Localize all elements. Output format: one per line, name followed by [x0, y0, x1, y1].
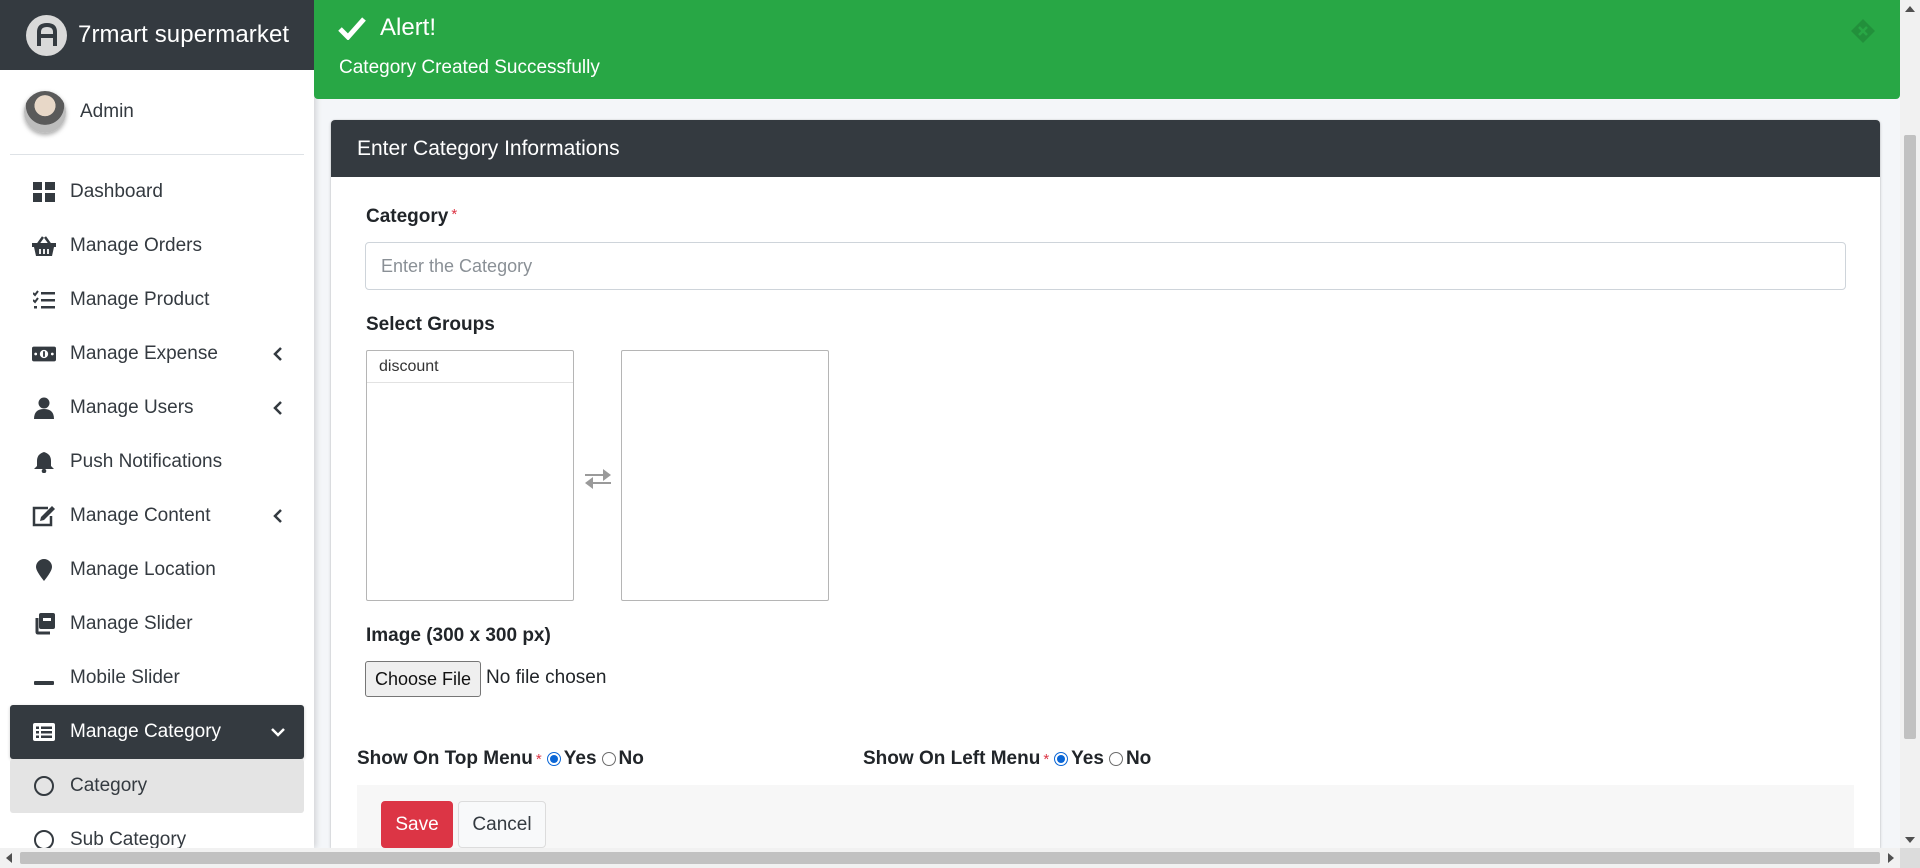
map-marker-icon: [32, 558, 56, 582]
sidebar-item-mobile-slider[interactable]: Mobile Slider: [10, 651, 304, 705]
category-label-text: Category: [366, 206, 449, 227]
transfer-arrows-icon[interactable]: [583, 466, 613, 490]
sidebar-item-label: Manage Expense: [70, 343, 218, 364]
list-item[interactable]: discount: [367, 351, 573, 383]
sidebar-item-label: Manage Orders: [70, 235, 203, 256]
scroll-down-icon[interactable]: [1905, 837, 1915, 843]
brand-logo-icon: [26, 14, 67, 56]
scroll-right-icon[interactable]: [1888, 853, 1894, 863]
sidebar-item-label: Manage Category: [70, 721, 222, 742]
sidebar-item-category[interactable]: Category: [10, 759, 304, 813]
required-mark: *: [535, 750, 542, 768]
circle-icon: [32, 774, 56, 798]
top-menu-label: Show On Top Menu: [357, 748, 533, 769]
edit-icon: [32, 504, 56, 528]
left-menu-label: Show On Left Menu: [863, 748, 1041, 769]
chevron-left-icon: [268, 398, 288, 418]
sidebar-item-manage-slider[interactable]: Manage Slider: [10, 597, 304, 651]
chevron-left-icon: [268, 344, 288, 364]
list-icon: [32, 720, 56, 744]
scroll-thumb[interactable]: [20, 852, 1880, 864]
category-label: Category *: [366, 206, 457, 228]
top-menu-yes-label: Yes: [563, 748, 597, 769]
close-icon[interactable]: [1850, 18, 1876, 44]
brand-name: 7rmart supermarket: [78, 21, 290, 48]
alert-title: Alert!: [380, 14, 437, 41]
sidebar-item-manage-location[interactable]: Manage Location: [10, 543, 304, 597]
sidebar: 7rmart supermarket Admin Dashboard Manag…: [0, 0, 314, 848]
category-form-card: Enter Category Informations Category* Se…: [331, 120, 1880, 848]
sidebar-item-label: Mobile Slider: [70, 667, 180, 688]
sidebar-item-label: Dashboard: [70, 181, 163, 202]
sidebar-item-manage-orders[interactable]: Manage Orders: [10, 219, 304, 273]
sidebar-item-manage-category[interactable]: Manage Category: [10, 705, 304, 759]
save-button[interactable]: Save: [381, 801, 453, 848]
circle-icon: [32, 828, 56, 848]
bell-icon: [32, 450, 56, 474]
choose-file-button[interactable]: Choose File: [365, 661, 482, 697]
sidebar-item-label: Manage Slider: [70, 613, 193, 634]
user-panel[interactable]: Admin: [10, 70, 304, 155]
tasks-icon: [32, 288, 56, 312]
sidebar-item-dashboard[interactable]: Dashboard: [10, 165, 304, 219]
top-menu-no-radio[interactable]: [601, 752, 616, 766]
available-groups-list[interactable]: discount: [366, 350, 574, 601]
vertical-scrollbar[interactable]: [1900, 0, 1920, 848]
top-menu-yes-radio[interactable]: [546, 752, 561, 766]
sidebar-item-manage-content[interactable]: Manage Content: [10, 489, 304, 543]
top-menu-radio-group: Show On Top Menu * Yes No: [357, 748, 644, 770]
horizontal-scrollbar[interactable]: [0, 848, 1920, 868]
basket-icon: [32, 234, 56, 258]
sidebar-item-label: Manage Product: [70, 289, 210, 310]
chevron-left-icon: [268, 506, 288, 526]
success-alert: Alert! Category Created Successfully: [314, 0, 1900, 99]
sidebar-item-manage-expense[interactable]: Manage Expense: [10, 327, 304, 381]
left-menu-yes-radio[interactable]: [1054, 752, 1069, 766]
required-mark: *: [1043, 750, 1050, 768]
sidebar-item-manage-users[interactable]: Manage Users: [10, 381, 304, 435]
clone-icon: [32, 612, 56, 636]
cancel-button[interactable]: Cancel: [458, 801, 546, 848]
sidebar-item-label: Sub Category: [70, 829, 187, 848]
chevron-down-icon: [268, 722, 288, 742]
top-menu-no-label: No: [618, 748, 644, 769]
money-icon: [32, 342, 56, 366]
card-title: Enter Category Informations: [331, 120, 1880, 177]
sidebar-item-label: Manage Content: [70, 505, 211, 526]
left-menu-no-label: No: [1125, 748, 1152, 769]
file-status: No file chosen: [486, 667, 607, 688]
user-name: Admin: [80, 101, 134, 122]
user-icon: [32, 396, 56, 420]
brand-link[interactable]: 7rmart supermarket: [0, 0, 314, 70]
check-icon: [338, 16, 366, 41]
category-input[interactable]: [365, 242, 1846, 290]
sidebar-item-manage-product[interactable]: Manage Product: [10, 273, 304, 327]
avatar: [24, 91, 66, 133]
sidebar-item-sub-category[interactable]: Sub Category: [10, 813, 304, 848]
sidebar-item-label: Manage Users: [70, 397, 194, 418]
required-mark: *: [451, 206, 458, 223]
scrollbar-corner: [1900, 848, 1920, 868]
select-groups-label: Select Groups: [366, 314, 495, 335]
scroll-left-icon[interactable]: [6, 853, 12, 863]
scroll-thumb[interactable]: [1904, 135, 1916, 739]
dashboard-icon: [32, 180, 56, 204]
sidebar-item-label: Category: [70, 775, 148, 796]
alert-message: Category Created Successfully: [339, 57, 600, 78]
left-menu-radio-group: Show On Left Menu * Yes No: [863, 748, 1151, 770]
card-footer: Save Cancel: [357, 785, 1854, 848]
sidebar-item-label: Manage Location: [70, 559, 216, 580]
scroll-up-icon[interactable]: [1905, 6, 1915, 12]
sidebar-item-push-notifications[interactable]: Push Notifications: [10, 435, 304, 489]
sidebar-item-label: Push Notifications: [70, 451, 223, 472]
left-menu-no-radio[interactable]: [1108, 752, 1123, 766]
image-label: Image (300 x 300 px): [366, 625, 551, 646]
selected-groups-list[interactable]: [621, 350, 829, 601]
minus-icon: [32, 666, 56, 690]
left-menu-yes-label: Yes: [1071, 748, 1104, 769]
sidebar-nav: Dashboard Manage Orders Manage Product M…: [0, 165, 314, 848]
